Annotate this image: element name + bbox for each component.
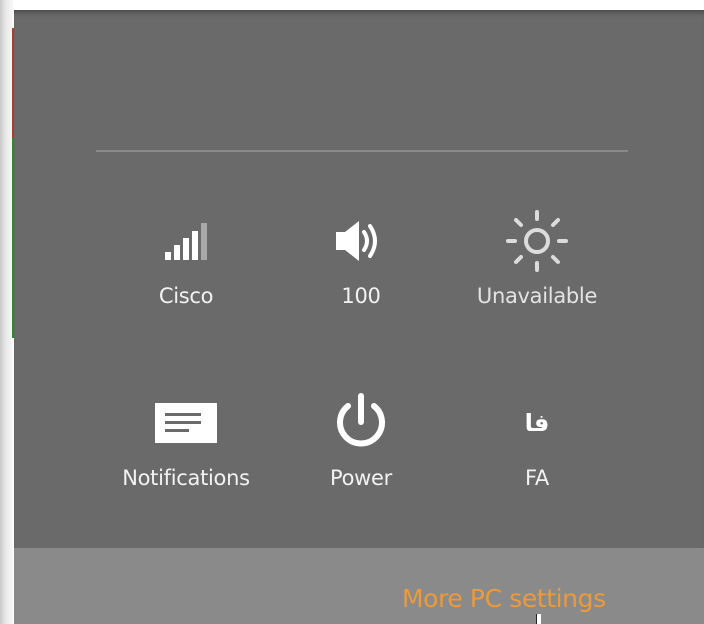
settings-footer: More PC settings <box>14 548 704 624</box>
power-label: Power <box>330 466 392 490</box>
desktop-edge <box>0 0 14 624</box>
keyboard-label: FA <box>525 466 549 490</box>
power-tile[interactable]: Power <box>271 390 451 490</box>
panel-divider <box>96 150 628 152</box>
notifications-label: Notifications <box>122 466 250 490</box>
brightness-label: Unavailable <box>476 284 598 308</box>
notifications-tile[interactable]: Notifications <box>96 390 276 490</box>
settings-window: Cisco 100 Unavailable Notifications Powe… <box>0 0 704 624</box>
notifications-icon <box>96 390 276 456</box>
power-icon <box>271 390 451 456</box>
volume-label: 100 <box>341 284 381 308</box>
network-label: Cisco <box>158 284 214 308</box>
brightness-sun-icon <box>447 208 627 274</box>
volume-tile[interactable]: 100 <box>271 208 451 308</box>
brightness-tile: Unavailable <box>447 208 627 308</box>
settings-charm-panel: Cisco 100 Unavailable Notifications Powe… <box>14 10 704 624</box>
mouse-cursor <box>536 614 541 624</box>
keyboard-language-glyph: فا <box>524 409 550 437</box>
wifi-signal-icon <box>96 208 276 274</box>
network-tile[interactable]: Cisco <box>96 208 276 308</box>
speaker-volume-icon <box>271 208 451 274</box>
keyboard-tile[interactable]: فا FA <box>447 390 627 490</box>
more-pc-settings-link[interactable]: More PC settings <box>402 584 606 613</box>
keyboard-language-icon: فا <box>447 390 627 456</box>
